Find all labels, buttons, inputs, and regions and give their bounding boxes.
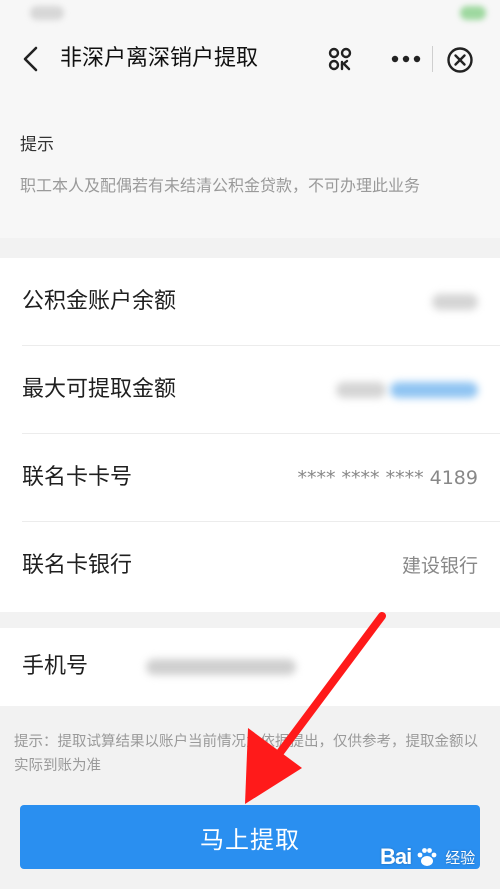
close-button[interactable] xyxy=(444,44,476,76)
withdraw-now-label: 马上提取 xyxy=(200,825,300,854)
watermark-bai-text: Bai xyxy=(380,844,412,869)
card-number-label: 联名卡卡号 xyxy=(22,465,133,490)
more-dots-icon xyxy=(391,55,421,63)
phone-value-redacted xyxy=(146,659,296,675)
balance-label: 公积金账户余额 xyxy=(22,289,177,314)
paw-logo-icon xyxy=(417,848,437,866)
status-bar-time xyxy=(30,6,64,20)
close-circle-icon xyxy=(447,47,473,73)
scan-button[interactable] xyxy=(322,44,358,74)
max-withdraw-link-redacted[interactable] xyxy=(390,382,478,398)
account-info-section: 公积金账户余额 最大可提取金额 联名卡卡号 **** **** **** 418… xyxy=(0,258,500,612)
calculation-hint: 提示：提取试算结果以账户当前情况为依据提出，仅供参考，提取金额以实际到账为准 xyxy=(14,734,478,774)
baidu-jingyan-watermark: Bai 经验 xyxy=(380,838,492,876)
status-bar xyxy=(0,0,500,28)
notice-box: 提示 职工本人及配偶若有未结清公积金贷款，不可办理此业务 xyxy=(0,90,500,238)
more-button[interactable] xyxy=(386,44,426,74)
card-bank-row: 联名卡银行 建设银行 xyxy=(0,522,500,610)
max-withdraw-label: 最大可提取金额 xyxy=(22,377,177,402)
nav-divider xyxy=(432,46,433,72)
card-number-row: 联名卡卡号 **** **** **** 4189 xyxy=(0,434,500,522)
phone-label: 手机号 xyxy=(22,654,89,679)
scan-icon xyxy=(328,47,352,71)
page-title: 非深户离深销户提取 xyxy=(60,46,259,71)
card-number-value: **** **** **** 4189 xyxy=(297,467,478,489)
battery-icon xyxy=(460,6,486,20)
back-button[interactable] xyxy=(14,42,48,76)
card-bank-label: 联名卡银行 xyxy=(22,553,133,578)
max-withdraw-value-redacted xyxy=(336,382,386,398)
balance-row: 公积金账户余额 xyxy=(0,258,500,346)
card-bank-value: 建设银行 xyxy=(401,555,478,577)
balance-value-redacted xyxy=(432,294,478,310)
chevron-left-icon xyxy=(23,46,38,72)
phone-row: 手机号 xyxy=(0,623,500,711)
navigation-bar: 非深户离深销户提取 xyxy=(0,28,500,90)
phone-section: 手机号 xyxy=(0,628,500,706)
notice-title: 提示 xyxy=(20,135,54,155)
notice-text: 职工本人及配偶若有未结清公积金贷款，不可办理此业务 xyxy=(20,176,421,195)
max-withdraw-row: 最大可提取金额 xyxy=(0,346,500,434)
watermark-jingyan-text: 经验 xyxy=(445,849,476,867)
